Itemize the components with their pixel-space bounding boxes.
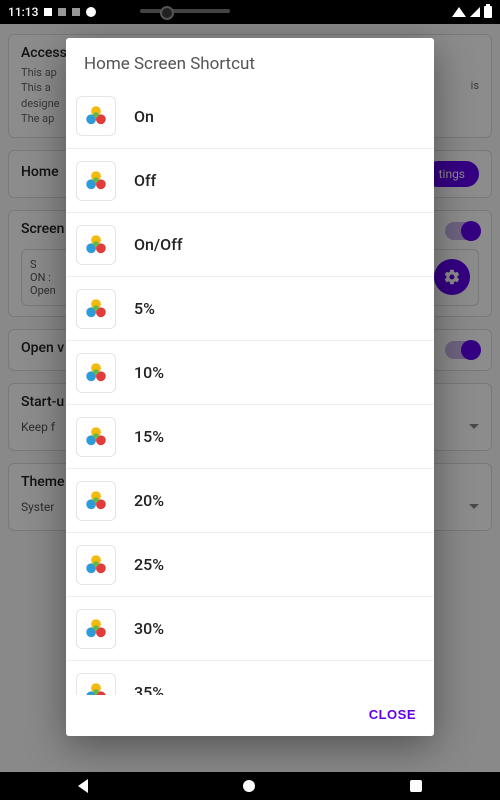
app-logo-icon xyxy=(83,488,109,514)
status-notif-icon xyxy=(72,8,80,16)
app-logo-icon xyxy=(83,168,109,194)
app-logo-icon xyxy=(83,232,109,258)
navigation-bar xyxy=(0,772,500,800)
option-icon xyxy=(76,225,116,265)
app-logo-icon xyxy=(83,103,109,129)
option-icon xyxy=(76,673,116,696)
shortcut-option[interactable]: 10% xyxy=(66,340,434,404)
battery-icon xyxy=(484,6,492,18)
status-app-icon xyxy=(86,7,96,17)
option-icon xyxy=(76,161,116,201)
app-logo-icon xyxy=(83,616,109,642)
option-label: 35% xyxy=(134,683,164,695)
dialog-option-list: On Off On/Off 5% 10% 15% 20% 25% xyxy=(66,84,434,695)
app-logo-icon xyxy=(83,360,109,386)
shortcut-option[interactable]: 20% xyxy=(66,468,434,532)
shortcut-option[interactable]: On/Off xyxy=(66,212,434,276)
shortcut-option[interactable]: Off xyxy=(66,148,434,212)
option-label: 10% xyxy=(134,363,164,382)
shortcut-option[interactable]: On xyxy=(66,84,434,148)
option-label: On xyxy=(134,107,154,126)
close-button[interactable]: CLOSE xyxy=(369,707,416,722)
option-icon xyxy=(76,545,116,585)
wifi-icon xyxy=(452,7,466,17)
option-icon xyxy=(76,481,116,521)
shortcut-option[interactable]: 30% xyxy=(66,596,434,660)
app-logo-icon xyxy=(83,424,109,450)
shortcut-option[interactable]: 5% xyxy=(66,276,434,340)
option-label: 25% xyxy=(134,555,164,574)
status-time: 11:13 xyxy=(8,5,38,19)
status-bar: 11:13 xyxy=(0,0,500,24)
app-logo-icon xyxy=(83,296,109,322)
option-label: 15% xyxy=(134,427,164,446)
option-icon xyxy=(76,96,116,136)
dialog-title: Home Screen Shortcut xyxy=(66,38,434,84)
option-label: On/Off xyxy=(134,235,183,254)
shortcut-dialog: Home Screen Shortcut On Off On/Off 5% 10… xyxy=(66,38,434,736)
option-label: 20% xyxy=(134,491,164,510)
recents-icon[interactable] xyxy=(410,780,422,792)
option-label: 5% xyxy=(134,299,155,318)
shortcut-option[interactable]: 25% xyxy=(66,532,434,596)
brightness-slider[interactable] xyxy=(140,9,230,13)
shortcut-option[interactable]: 15% xyxy=(66,404,434,468)
option-label: Off xyxy=(134,171,156,190)
option-icon xyxy=(76,353,116,393)
shortcut-option[interactable]: 35% xyxy=(66,660,434,695)
status-notif-icon xyxy=(58,8,66,16)
option-icon xyxy=(76,609,116,649)
option-label: 30% xyxy=(134,619,164,638)
app-logo-icon xyxy=(83,552,109,578)
signal-icon xyxy=(470,7,480,17)
app-logo-icon xyxy=(83,680,109,696)
back-icon[interactable] xyxy=(78,779,88,793)
status-notif-icon xyxy=(44,8,52,16)
option-icon xyxy=(76,417,116,457)
option-icon xyxy=(76,289,116,329)
home-icon[interactable] xyxy=(243,780,255,792)
